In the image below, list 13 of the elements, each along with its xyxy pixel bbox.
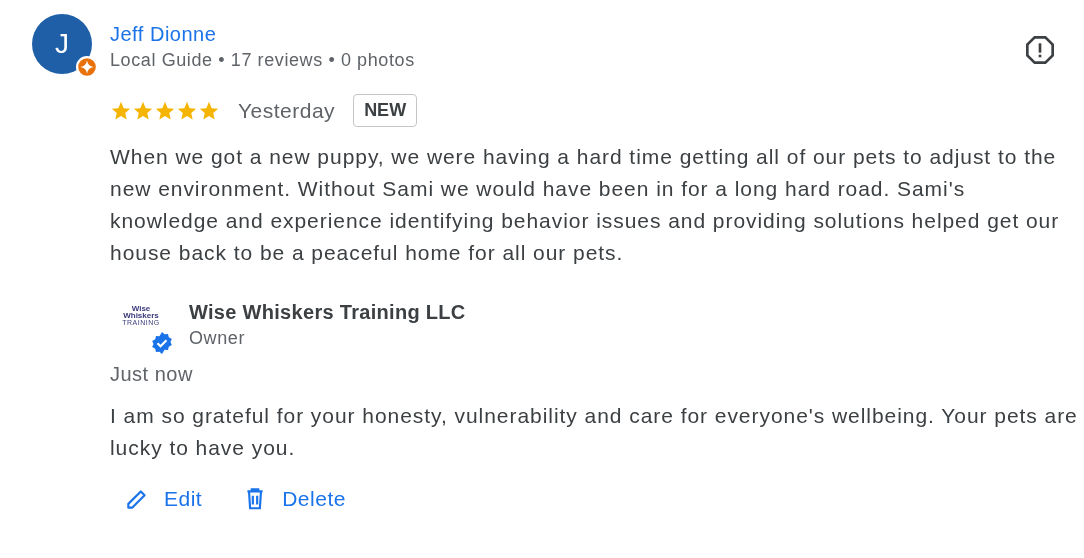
report-icon[interactable] bbox=[1024, 34, 1056, 66]
reply-text: I am so grateful for your honesty, vulnerability and care for everyone's wellbeing. Your pets are lucky to have you. bbox=[110, 403, 1079, 461]
reply-date: Just now bbox=[110, 363, 194, 386]
avatar-initial: J bbox=[55, 28, 69, 60]
business-name: Wise Whiskers Training LLC bbox=[189, 300, 466, 325]
owner-role: Owner bbox=[189, 327, 246, 350]
reviewer-meta: Local Guide • 17 reviews • 0 photos bbox=[110, 49, 415, 72]
delete-button[interactable]: Delete bbox=[242, 486, 346, 512]
reviewer-name[interactable]: Jeff Dionne bbox=[110, 21, 415, 47]
review-text: When we got a new puppy, we were having a hard time getting all of our pets to adjust to the new environment. Without Sami we would have been in for a long hard road. Sami's knowledge and experience identifying behavior issues and providing solutions helped get our house back to be a peaceful home for all our pets. bbox=[110, 144, 1061, 266]
edit-button[interactable]: Edit bbox=[124, 486, 203, 512]
review-date: Yesterday bbox=[238, 98, 336, 123]
new-badge: NEW bbox=[353, 94, 418, 127]
